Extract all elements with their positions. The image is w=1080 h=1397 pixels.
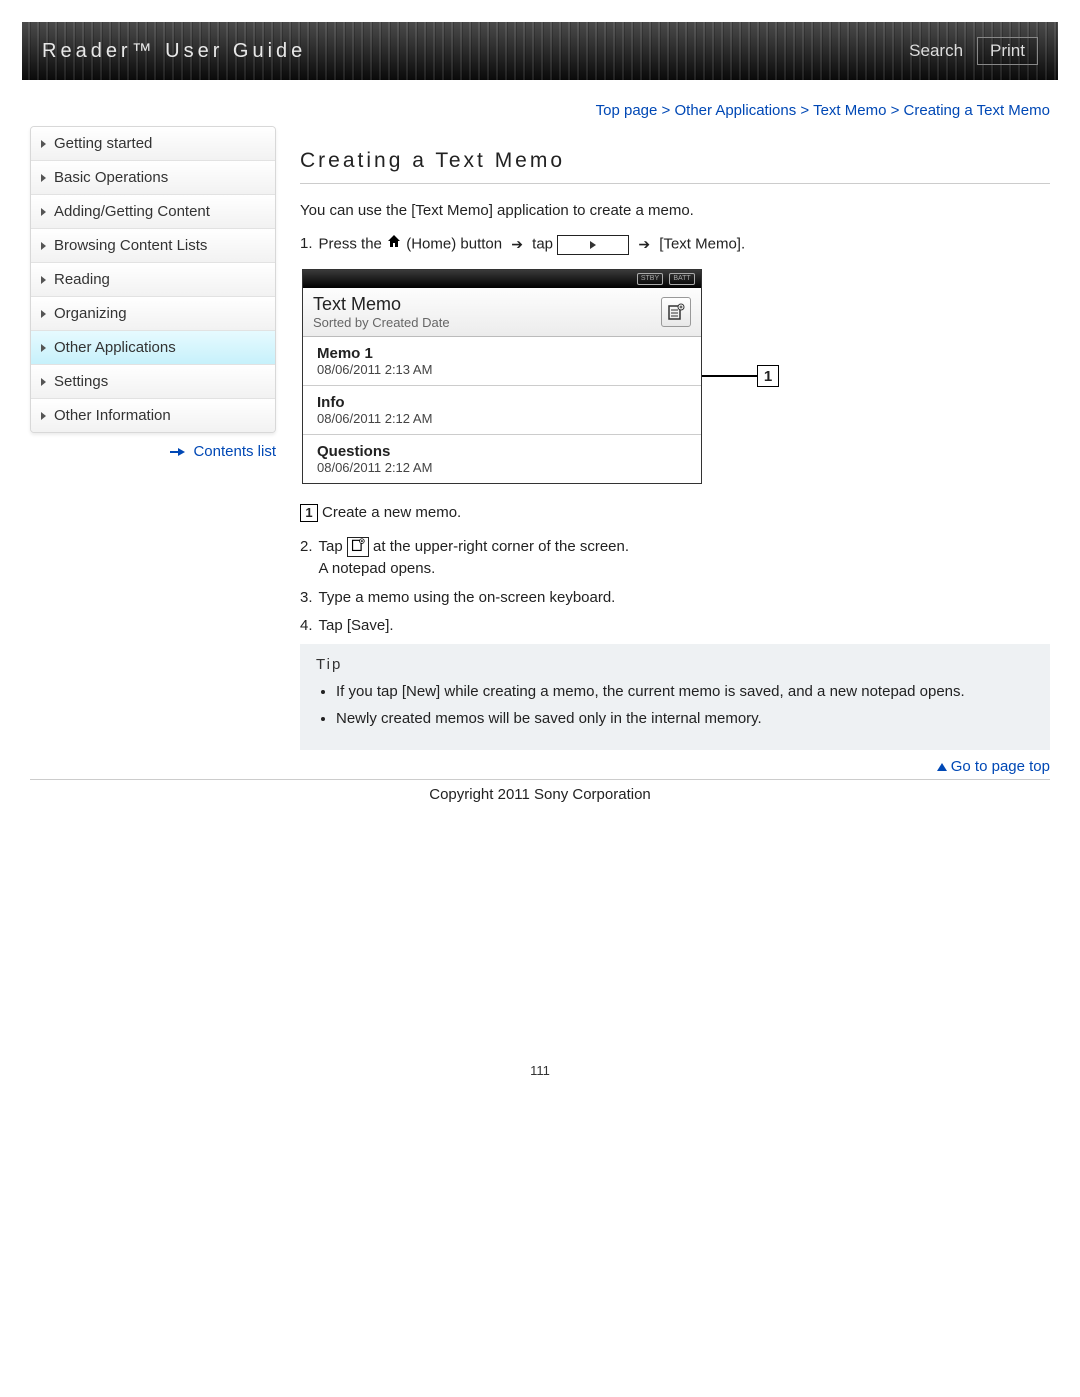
chevron-right-icon <box>41 242 46 250</box>
step-1: 1. Press the (Home) button ➔ tap ➔ [Text… <box>300 233 1050 257</box>
sidebar-item-reading[interactable]: Reading <box>31 263 275 297</box>
device-screenshot: STBY BATT Text Memo Sorted by Created Da… <box>302 269 1050 484</box>
more-apps-icon <box>557 235 629 255</box>
callout-legend: 1Create a new memo. <box>300 504 1050 522</box>
divider <box>300 183 1050 184</box>
tip-item: If you tap [New] while creating a memo, … <box>336 681 1034 703</box>
screenshot-title: Text Memo <box>313 294 450 315</box>
chevron-right-icon <box>41 208 46 216</box>
page-number: 111 <box>0 1063 1080 1098</box>
sidebar-item-browsing-lists[interactable]: Browsing Content Lists <box>31 229 275 263</box>
arrow-right-icon: ➔ <box>511 234 523 255</box>
step-number: 3. <box>300 587 313 610</box>
status-bar: STBY BATT <box>303 270 701 288</box>
sidebar-item-label: Settings <box>54 373 108 390</box>
breadcrumb: Top page > Other Applications > Text Mem… <box>300 102 1050 119</box>
sidebar-item-label: Reading <box>54 271 110 288</box>
callout-box: 1 <box>757 365 779 387</box>
print-button[interactable]: Print <box>977 37 1038 65</box>
memo-row: Info08/06/2011 2:12 AM <box>303 386 701 435</box>
battery-icon: BATT <box>669 273 695 285</box>
intro-text: You can use the [Text Memo] application … <box>300 202 1050 219</box>
sidebar-nav: Getting started Basic Operations Adding/… <box>30 126 276 433</box>
step-number: 2. <box>300 536 313 559</box>
callout-leader <box>702 375 758 377</box>
sidebar-item-other-information[interactable]: Other Information <box>31 399 275 432</box>
divider <box>30 779 1050 780</box>
memo-row: Questions08/06/2011 2:12 AM <box>303 435 701 483</box>
main-content: Top page > Other Applications > Text Mem… <box>300 102 1050 779</box>
sidebar-item-adding-content[interactable]: Adding/Getting Content <box>31 195 275 229</box>
sidebar-item-settings[interactable]: Settings <box>31 365 275 399</box>
new-memo-button <box>661 297 691 327</box>
standby-icon: STBY <box>637 273 663 285</box>
sidebar-item-label: Organizing <box>54 305 127 322</box>
step-3: 3. Type a memo using the on-screen keybo… <box>300 587 1050 610</box>
breadcrumb-current: Creating a Text Memo <box>904 102 1050 119</box>
arrow-up-icon <box>937 763 947 771</box>
step-2: 2. Tap at the upper-right corner of the … <box>300 536 1050 581</box>
sidebar-item-getting-started[interactable]: Getting started <box>31 127 275 161</box>
memo-row: Memo 108/06/2011 2:13 AM <box>303 337 701 386</box>
breadcrumb-top[interactable]: Top page <box>596 102 658 119</box>
arrow-right-icon <box>178 448 185 456</box>
chevron-right-icon <box>41 140 46 148</box>
chevron-right-icon <box>41 174 46 182</box>
app-title: Reader™ User Guide <box>42 40 306 63</box>
copyright: Copyright 2011 Sony Corporation <box>0 786 1080 803</box>
sidebar-item-basic-operations[interactable]: Basic Operations <box>31 161 275 195</box>
sidebar-item-label: Browsing Content Lists <box>54 237 207 254</box>
new-memo-icon <box>667 303 685 321</box>
page-title: Creating a Text Memo <box>300 149 1050 173</box>
step-number: 4. <box>300 615 313 638</box>
contents-list-link-wrap: Contents list <box>30 443 276 460</box>
header-bar: Reader™ User Guide Search Print <box>22 22 1058 80</box>
chevron-right-icon <box>41 378 46 386</box>
sidebar: Getting started Basic Operations Adding/… <box>30 102 276 779</box>
screenshot-subtitle: Sorted by Created Date <box>313 315 450 330</box>
tip-heading: Tip <box>316 656 1034 673</box>
step-number: 1. <box>300 233 313 256</box>
breadcrumb-text-memo[interactable]: Text Memo <box>813 102 886 119</box>
chevron-right-icon <box>41 276 46 284</box>
sidebar-item-label: Other Information <box>54 407 171 424</box>
arrow-right-icon: ➔ <box>638 234 650 255</box>
search-link[interactable]: Search <box>909 41 963 61</box>
sidebar-item-label: Getting started <box>54 135 152 152</box>
step-4: 4. Tap [Save]. <box>300 615 1050 638</box>
callout-number: 1 <box>300 504 318 522</box>
new-memo-icon <box>347 537 369 557</box>
sidebar-item-label: Other Applications <box>54 339 176 356</box>
tip-item: Newly created memos will be saved only i… <box>336 708 1034 730</box>
sidebar-item-organizing[interactable]: Organizing <box>31 297 275 331</box>
chevron-right-icon <box>41 412 46 420</box>
sidebar-item-other-applications[interactable]: Other Applications <box>31 331 275 365</box>
go-to-top-link[interactable]: Go to page top <box>951 758 1050 775</box>
sidebar-item-label: Basic Operations <box>54 169 168 186</box>
chevron-right-icon <box>41 310 46 318</box>
chevron-right-icon <box>41 344 46 352</box>
contents-list-link[interactable]: Contents list <box>193 443 276 460</box>
breadcrumb-other-apps[interactable]: Other Applications <box>674 102 796 119</box>
home-icon <box>386 233 402 257</box>
tip-box: Tip If you tap [New] while creating a me… <box>300 644 1050 751</box>
sidebar-item-label: Adding/Getting Content <box>54 203 210 220</box>
